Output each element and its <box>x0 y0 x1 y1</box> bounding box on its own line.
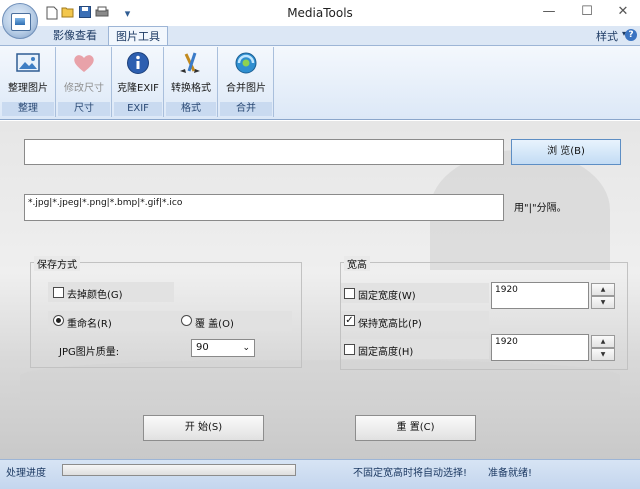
print-icon[interactable] <box>94 6 109 22</box>
progress-label: 处理进度 <box>6 468 46 479</box>
rename-label[interactable]: 重命名(R) <box>67 315 112 330</box>
save-mode-legend: 保存方式 <box>34 256 80 271</box>
clone-exif-button[interactable]: 克隆EXIF <box>114 49 162 99</box>
start-button[interactable]: 开 始(S) <box>143 415 264 441</box>
save-icon[interactable] <box>77 6 92 22</box>
group-label-format: 格式 <box>166 102 216 116</box>
width-up-button[interactable]: ▲ <box>591 283 615 296</box>
customize-qat-button[interactable]: ▾ <box>120 6 135 22</box>
browse-button[interactable]: 浏 览(B) <box>511 139 621 165</box>
fixed-height-label[interactable]: 固定高度(H) <box>358 343 413 358</box>
style-menu[interactable]: 样式 <box>596 28 618 44</box>
jpg-quality-select[interactable]: 90 ⌄ <box>191 339 255 357</box>
height-up-button[interactable]: ▲ <box>591 335 615 348</box>
group-label-organize: 整理 <box>2 102 54 116</box>
clone-exif-label: 克隆EXIF <box>117 83 159 94</box>
status-ready: 准备就绪! <box>488 468 533 479</box>
remove-color-label[interactable]: 去掉颜色(G) <box>67 286 123 301</box>
help-icon[interactable]: ? <box>625 29 637 41</box>
height-down-button[interactable]: ▼ <box>591 348 615 361</box>
overwrite-radio[interactable] <box>181 315 192 326</box>
fixed-width-label[interactable]: 固定宽度(W) <box>358 287 416 302</box>
source-path-input[interactable] <box>24 139 504 165</box>
convert-icon <box>178 51 204 75</box>
keep-ratio-checkbox[interactable]: ✓ <box>344 315 355 326</box>
group-label-merge: 合并 <box>220 102 272 116</box>
fixed-width-checkbox[interactable] <box>344 288 355 299</box>
open-folder-icon[interactable] <box>60 6 75 22</box>
width-down-button[interactable]: ▼ <box>591 296 615 309</box>
organize-images-button[interactable]: 整理图片 <box>2 49 54 99</box>
group-label-exif: EXIF <box>114 102 162 116</box>
app-logo-icon <box>11 13 31 31</box>
remove-color-checkbox[interactable] <box>53 287 64 298</box>
tab-image-viewer[interactable]: 影像查看 <box>44 26 106 46</box>
fixed-height-checkbox[interactable] <box>344 344 355 355</box>
rename-radio[interactable] <box>53 315 64 326</box>
convert-format-button[interactable]: 转换格式 <box>166 49 216 99</box>
keep-ratio-label[interactable]: 保持宽高比(P) <box>358 315 422 330</box>
info-icon <box>125 51 151 75</box>
progress-bar <box>62 464 296 476</box>
new-document-icon[interactable] <box>44 6 59 22</box>
jpg-quality-value: 90 <box>196 342 209 353</box>
organize-images-label: 整理图片 <box>8 83 48 94</box>
picture-icon <box>15 51 41 75</box>
close-button[interactable]: ✕ <box>608 3 638 23</box>
merge-icon <box>233 51 259 75</box>
width-input[interactable]: 1920 <box>491 282 589 309</box>
merge-images-label: 合并图片 <box>226 83 266 94</box>
filter-hint-label: 用"|"分隔。 <box>514 203 567 214</box>
status-hint: 不固定宽高时将自动选择! <box>353 468 468 479</box>
resize-button[interactable]: 修改尺寸 <box>58 49 110 99</box>
minimize-button[interactable]: — <box>534 3 564 23</box>
convert-format-label: 转换格式 <box>171 83 211 94</box>
heart-icon <box>71 51 97 75</box>
file-filter-input[interactable]: *.jpg|*.jpeg|*.png|*.bmp|*.gif|*.ico <box>24 194 504 221</box>
application-menu-button[interactable] <box>2 3 38 39</box>
merge-images-button[interactable]: 合并图片 <box>220 49 272 99</box>
jpg-quality-label: JPG图片质量: <box>59 347 120 358</box>
overwrite-label[interactable]: 覆 盖(O) <box>195 315 234 330</box>
chevron-down-icon: ⌄ <box>242 343 250 353</box>
window-title: MediaTools <box>287 6 353 20</box>
group-label-size: 尺寸 <box>58 102 110 116</box>
maximize-button[interactable]: ☐ <box>572 3 602 23</box>
reset-button[interactable]: 重 置(C) <box>355 415 476 441</box>
tab-image-tools[interactable]: 图片工具 <box>108 26 168 46</box>
size-legend: 宽高 <box>344 256 370 271</box>
resize-label: 修改尺寸 <box>64 83 104 94</box>
height-input[interactable]: 1920 <box>491 334 589 361</box>
